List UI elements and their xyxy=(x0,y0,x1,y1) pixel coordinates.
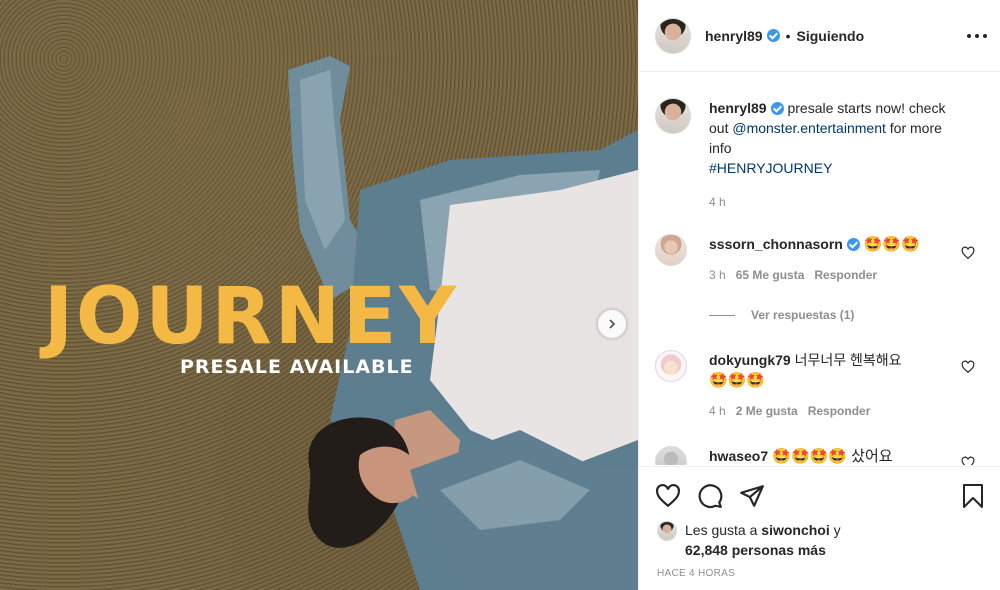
comment-meta: 3 h 65 Me gusta Responder xyxy=(709,265,959,285)
post-actions: Les gusta a siwonchoi y 62,848 personas … xyxy=(639,466,1000,590)
post-timestamp[interactable]: HACE 4 HORAS xyxy=(657,568,735,579)
verified-badge-icon xyxy=(770,102,784,115)
comment-text: hwaseo7 🤩🤩🤩🤩 샀어요 xyxy=(709,446,959,465)
likes-count[interactable]: 62,848 personas más xyxy=(685,542,826,558)
author-avatar[interactable] xyxy=(655,17,691,54)
comment-username[interactable]: hwaseo7 xyxy=(709,448,768,464)
view-replies-button[interactable]: Ver respuestas (1) xyxy=(709,308,854,322)
post-media[interactable]: JOURNEY PRESALE AVAILABLE xyxy=(0,0,638,590)
comment-time: 3 h xyxy=(709,268,726,282)
comment-row: dokyungk79 너무너무 헨복해요 🤩🤩🤩 4 h 2 Me gusta Re… xyxy=(655,350,995,421)
comment-row: hwaseo7 🤩🤩🤩🤩 샀어요 xyxy=(655,446,995,465)
poster-subtitle: PRESALE AVAILABLE xyxy=(180,356,414,378)
comment-icon[interactable] xyxy=(697,483,723,509)
caption-row: henryl89 presale starts now! check out @… xyxy=(655,98,995,212)
reply-button[interactable]: Responder xyxy=(814,268,877,282)
next-media-button[interactable] xyxy=(598,310,626,338)
comment-body: 🤩🤩🤩🤩 샀어요 xyxy=(768,448,893,465)
comment-emoji: 🤩🤩🤩 xyxy=(709,372,766,389)
comments-list[interactable]: henryl89 presale starts now! check out @… xyxy=(639,72,1000,465)
more-options-icon[interactable] xyxy=(967,26,987,46)
send-icon[interactable] xyxy=(739,483,765,509)
comment-likes[interactable]: 2 Me gusta xyxy=(736,404,798,418)
commenter-avatar[interactable] xyxy=(655,446,687,465)
comment-body: 너무너무 헨복해요 xyxy=(790,352,902,368)
caption-text: henryl89 presale starts now! check out @… xyxy=(709,98,959,212)
comment-text: sssorn_chonnasorn 🤩🤩🤩 3 h 65 Me gusta Resp… xyxy=(709,234,959,285)
likes-text: Les gusta a siwonchoi y 62,848 personas … xyxy=(685,520,841,560)
separator-dot: • xyxy=(785,27,791,44)
action-icons xyxy=(655,483,765,509)
commenter-avatar[interactable] xyxy=(655,234,687,266)
comment-text: dokyungk79 너무너무 헨복해요 🤩🤩🤩 4 h 2 Me gusta Re… xyxy=(709,350,959,421)
commenter-avatar[interactable] xyxy=(655,350,687,382)
likes-summary: Les gusta a siwonchoi y 62,848 personas … xyxy=(657,520,841,560)
reply-button[interactable]: Responder xyxy=(808,404,871,418)
heart-icon[interactable] xyxy=(655,483,681,509)
likes-prefix: Les gusta a xyxy=(685,522,762,538)
author-username[interactable]: henryl89 xyxy=(705,28,763,44)
post-side-panel: henryl89 • Siguiendo henryl89 presale st… xyxy=(638,0,1000,590)
caption-avatar[interactable] xyxy=(655,98,691,134)
heart-icon[interactable] xyxy=(961,360,975,374)
following-button[interactable]: Siguiendo xyxy=(797,28,865,44)
comment-username[interactable]: dokyungk79 xyxy=(709,352,791,368)
poster-title: JOURNEY xyxy=(44,272,459,362)
liker-username[interactable]: siwonchoi xyxy=(761,522,829,538)
comment-body: 🤩🤩🤩 xyxy=(863,236,920,253)
caption-username[interactable]: henryl89 xyxy=(709,100,767,116)
liker-avatar[interactable] xyxy=(657,521,677,541)
heart-icon[interactable] xyxy=(961,456,975,465)
mention-link[interactable]: @monster.entertainment xyxy=(732,120,886,136)
caption-time: 4 h xyxy=(709,195,726,209)
comment-likes[interactable]: 65 Me gusta xyxy=(736,268,805,282)
post-header: henryl89 • Siguiendo xyxy=(639,0,1000,72)
verified-badge-icon xyxy=(846,238,860,251)
verified-badge-icon xyxy=(766,29,780,42)
likes-and: y xyxy=(829,522,841,538)
chevron-right-icon xyxy=(609,319,616,329)
comment-row: sssorn_chonnasorn 🤩🤩🤩 3 h 65 Me gusta Resp… xyxy=(655,234,995,285)
heart-icon[interactable] xyxy=(961,246,975,260)
comment-time: 4 h xyxy=(709,404,726,418)
comment-username[interactable]: sssorn_chonnasorn xyxy=(709,236,843,252)
instagram-post-view: JOURNEY PRESALE AVAILABLE henryl89 • Sig… xyxy=(0,0,1000,590)
hashtag-link[interactable]: #HENRYJOURNEY xyxy=(709,160,832,176)
comment-meta: 4 h 2 Me gusta Responder xyxy=(709,401,959,421)
bookmark-icon[interactable] xyxy=(961,483,985,509)
